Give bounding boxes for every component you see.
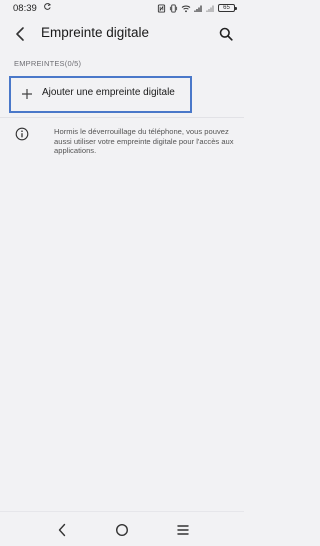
wifi-icon [181, 4, 191, 13]
nav-home-button[interactable] [112, 520, 132, 540]
divider [0, 117, 244, 118]
vibrate-icon [169, 3, 178, 13]
app-bar: Empreinte digitale [0, 16, 244, 52]
back-button[interactable] [10, 24, 30, 44]
signal-icon [194, 4, 203, 13]
add-fingerprint-label: Ajouter une empreinte digitale [42, 87, 175, 98]
sync-icon [43, 2, 52, 14]
page-title: Empreinte digitale [41, 25, 150, 40]
status-left: 08:39 [13, 2, 52, 14]
navigation-bar [0, 511, 244, 546]
plus-icon [20, 86, 34, 102]
nav-menu-icon [177, 525, 189, 535]
status-right: 65 [157, 3, 237, 13]
search-icon [219, 27, 233, 41]
info-text: Hormis le déverrouillage du téléphone, v… [54, 127, 234, 156]
status-bar: 08:39 65 [0, 0, 244, 16]
nav-home-icon [115, 523, 129, 537]
search-button[interactable] [216, 24, 236, 44]
info-icon [15, 127, 29, 141]
chevron-left-icon [16, 27, 24, 41]
status-time: 08:39 [13, 2, 37, 14]
battery-icon: 65 [218, 4, 237, 12]
nfc-icon [157, 3, 166, 13]
section-header: EMPREINTES(0/5) [14, 59, 82, 68]
nav-menu-button[interactable] [173, 520, 193, 540]
nav-back-button[interactable] [52, 520, 72, 540]
signal-icon-2 [206, 4, 215, 13]
nav-back-icon [58, 523, 66, 537]
add-fingerprint-button[interactable]: Ajouter une empreinte digitale [9, 76, 192, 113]
